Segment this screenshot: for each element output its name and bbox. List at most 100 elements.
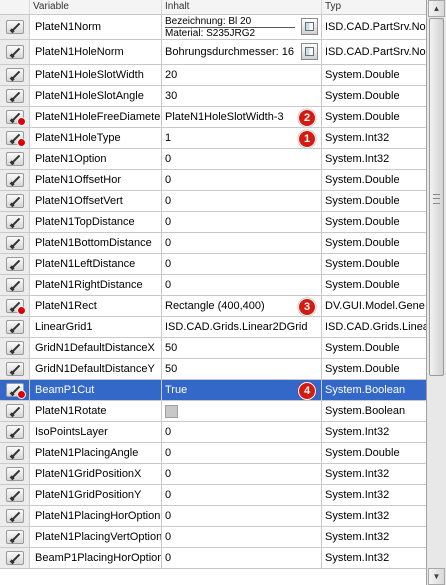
table-row[interactable]: PlateN1PlacingVertOption 0 System.Int32 bbox=[0, 527, 426, 548]
edit-pen-icon[interactable] bbox=[6, 20, 24, 34]
row-icon-cell[interactable] bbox=[0, 296, 30, 316]
value-cell[interactable]: 0 bbox=[162, 149, 322, 169]
edit-pen-icon[interactable] bbox=[6, 320, 24, 334]
value-cell[interactable]: 0 bbox=[162, 464, 322, 484]
value-cell[interactable]: ISD.CAD.Grids.Linear2DGrid bbox=[162, 317, 322, 337]
table-row[interactable]: PlateN1HoleSlotWidth 20 System.Double bbox=[0, 65, 426, 86]
value-cell[interactable]: 50 bbox=[162, 338, 322, 358]
value-cell[interactable]: 0 bbox=[162, 506, 322, 526]
row-icon-cell[interactable] bbox=[0, 170, 30, 190]
edit-pen-icon[interactable] bbox=[6, 194, 24, 208]
table-row[interactable]: PlateN1GridPositionY 0 System.Int32 bbox=[0, 485, 426, 506]
value-cell[interactable]: 0 bbox=[162, 422, 322, 442]
value-cell[interactable]: 0 bbox=[162, 485, 322, 505]
row-icon-cell[interactable] bbox=[0, 401, 30, 421]
table-row[interactable]: PlateN1Rect Rectangle (400,400) 3 DV.GUI.Mo… bbox=[0, 296, 426, 317]
scroll-down-icon[interactable]: ▼ bbox=[428, 568, 445, 585]
table-row[interactable]: PlateN1LeftDistance 0 System.Double bbox=[0, 254, 426, 275]
row-icon-cell[interactable] bbox=[0, 40, 30, 64]
row-icon-cell[interactable] bbox=[0, 15, 30, 39]
edit-pen-icon[interactable] bbox=[6, 362, 24, 376]
table-row[interactable]: LinearGrid1 ISD.CAD.Grids.Linear2DGrid ISD… bbox=[0, 317, 426, 338]
edit-pen-icon[interactable] bbox=[6, 89, 24, 103]
table-row[interactable]: PlateN1PlacingAngle 0 System.Double bbox=[0, 443, 426, 464]
edit-pen-icon[interactable] bbox=[6, 509, 24, 523]
edit-pen-modified-icon[interactable] bbox=[6, 110, 26, 126]
value-cell[interactable]: 20 bbox=[162, 65, 322, 85]
table-row[interactable]: GridN1DefaultDistanceY 50 System.Double bbox=[0, 359, 426, 380]
edit-pen-icon[interactable] bbox=[6, 152, 24, 166]
vertical-scrollbar[interactable]: ▲ ▼ bbox=[427, 0, 446, 585]
table-row[interactable]: PlateN1PlacingHorOption 0 System.Int32 bbox=[0, 506, 426, 527]
row-icon-cell[interactable] bbox=[0, 254, 30, 274]
edit-pen-icon[interactable] bbox=[6, 215, 24, 229]
row-icon-cell[interactable] bbox=[0, 527, 30, 547]
table-picker-button[interactable] bbox=[301, 18, 318, 35]
scrollbar-thumb[interactable] bbox=[429, 18, 444, 376]
edit-pen-icon[interactable] bbox=[6, 488, 24, 502]
value-cell[interactable]: 0 bbox=[162, 548, 322, 568]
row-icon-cell[interactable] bbox=[0, 443, 30, 463]
row-icon-cell[interactable] bbox=[0, 128, 30, 148]
table-row[interactable]: GridN1DefaultDistanceX 50 System.Double bbox=[0, 338, 426, 359]
header-variable[interactable]: Variable bbox=[30, 0, 162, 14]
table-row[interactable]: IsoPointsLayer 0 System.Int32 bbox=[0, 422, 426, 443]
table-row[interactable]: PlateN1RightDistance 0 System.Double bbox=[0, 275, 426, 296]
header-inhalt[interactable]: Inhalt bbox=[162, 0, 322, 14]
value-cell[interactable]: 0 bbox=[162, 212, 322, 232]
value-cell[interactable]: PlateN1HoleSlotWidth-3 2 bbox=[162, 107, 322, 127]
table-row[interactable]: PlateN1Option 0 System.Int32 bbox=[0, 149, 426, 170]
table-picker-button[interactable] bbox=[301, 43, 318, 60]
edit-pen-icon[interactable] bbox=[6, 404, 24, 418]
row-icon-cell[interactable] bbox=[0, 149, 30, 169]
edit-pen-icon[interactable] bbox=[6, 236, 24, 250]
row-icon-cell[interactable] bbox=[0, 380, 30, 400]
table-row[interactable]: PlateN1HoleNorm Bohrungsdurchmesser: 16 IS… bbox=[0, 40, 426, 65]
value-cell[interactable]: Bezeichnung: Bl 20 Material: S235JRG2 bbox=[162, 15, 322, 39]
table-row[interactable]: BeamP1PlacingHorOption 0 System.Int32 bbox=[0, 548, 426, 569]
value-cell[interactable]: 30 bbox=[162, 86, 322, 106]
value-cell[interactable]: 0 bbox=[162, 170, 322, 190]
row-icon-cell[interactable] bbox=[0, 548, 30, 568]
row-icon-cell[interactable] bbox=[0, 233, 30, 253]
edit-pen-icon[interactable] bbox=[6, 425, 24, 439]
value-cell[interactable]: True 4 bbox=[162, 380, 322, 400]
row-icon-cell[interactable] bbox=[0, 317, 30, 337]
row-icon-cell[interactable] bbox=[0, 107, 30, 127]
edit-pen-icon[interactable] bbox=[6, 45, 24, 59]
table-row[interactable]: BeamP1Cut True 4 System.Boolean bbox=[0, 380, 426, 401]
table-row[interactable]: PlateN1TopDistance 0 System.Double bbox=[0, 212, 426, 233]
table-row[interactable]: PlateN1HoleFreeDiameter PlateN1HoleSlotWi… bbox=[0, 107, 426, 128]
table-row[interactable]: PlateN1HoleSlotAngle 30 System.Double bbox=[0, 86, 426, 107]
edit-pen-icon[interactable] bbox=[6, 278, 24, 292]
table-row[interactable]: PlateN1Norm Bezeichnung: Bl 20 Material: S… bbox=[0, 15, 426, 40]
row-icon-cell[interactable] bbox=[0, 65, 30, 85]
edit-pen-modified-icon[interactable] bbox=[6, 383, 26, 399]
edit-pen-modified-icon[interactable] bbox=[6, 299, 26, 315]
value-cell[interactable]: 0 bbox=[162, 254, 322, 274]
row-icon-cell[interactable] bbox=[0, 338, 30, 358]
scroll-up-icon[interactable]: ▲ bbox=[428, 0, 445, 17]
value-cell[interactable]: 0 bbox=[162, 191, 322, 211]
value-cell[interactable]: 0 bbox=[162, 527, 322, 547]
value-cell[interactable]: 11 bbox=[162, 128, 322, 148]
value-cell[interactable]: 0 bbox=[162, 443, 322, 463]
row-icon-cell[interactable] bbox=[0, 359, 30, 379]
row-icon-cell[interactable] bbox=[0, 506, 30, 526]
row-icon-cell[interactable] bbox=[0, 86, 30, 106]
edit-pen-icon[interactable] bbox=[6, 68, 24, 82]
edit-pen-icon[interactable] bbox=[6, 341, 24, 355]
row-icon-cell[interactable] bbox=[0, 422, 30, 442]
row-icon-cell[interactable] bbox=[0, 275, 30, 295]
value-cell[interactable]: 0 bbox=[162, 233, 322, 253]
value-cell[interactable] bbox=[162, 401, 322, 421]
edit-pen-modified-icon[interactable] bbox=[6, 131, 26, 147]
edit-pen-icon[interactable] bbox=[6, 173, 24, 187]
edit-pen-icon[interactable] bbox=[6, 257, 24, 271]
rotate-checkbox[interactable] bbox=[165, 404, 178, 418]
row-icon-cell[interactable] bbox=[0, 212, 30, 232]
row-icon-cell[interactable] bbox=[0, 191, 30, 211]
table-row[interactable]: PlateN1BottomDistance 0 System.Double bbox=[0, 233, 426, 254]
edit-pen-icon[interactable] bbox=[6, 446, 24, 460]
value-cell[interactable]: 50 bbox=[162, 359, 322, 379]
